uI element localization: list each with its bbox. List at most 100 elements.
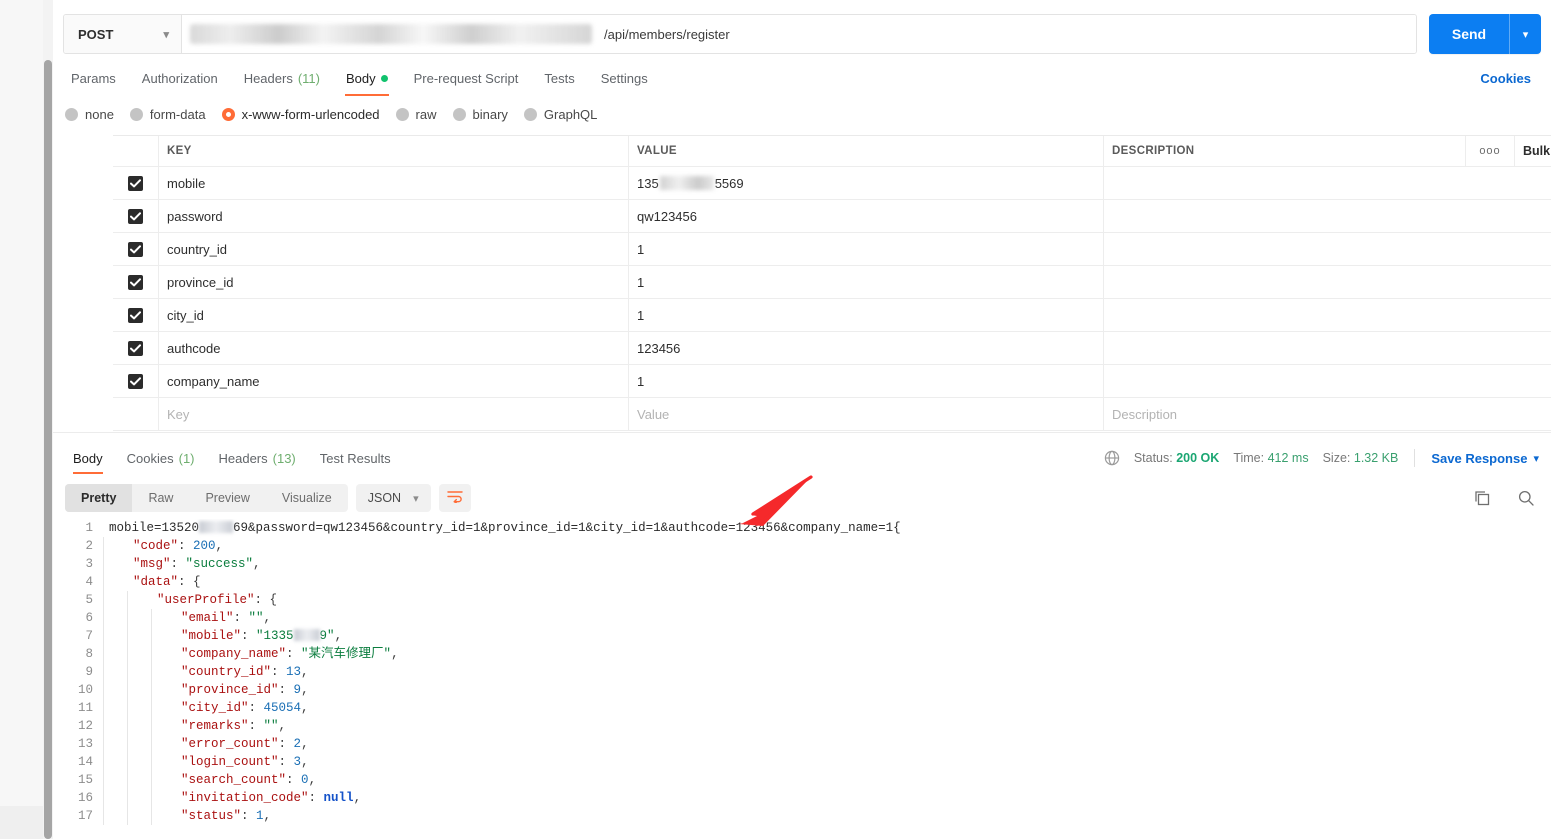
indent-guide	[151, 789, 175, 807]
send-options-button[interactable]: ▾	[1509, 14, 1541, 54]
row-checkbox[interactable]	[128, 241, 143, 257]
body-type-none[interactable]: none	[65, 107, 114, 122]
tab-params[interactable]: Params	[65, 60, 129, 96]
send-button[interactable]: Send	[1429, 14, 1509, 54]
copy-icon[interactable]	[1473, 489, 1491, 507]
body-type-x-www-form-urlencoded[interactable]: x-www-form-urlencoded	[221, 107, 380, 122]
response-divider[interactable]	[53, 432, 1551, 438]
row-value[interactable]: qw123456	[629, 200, 1104, 232]
row-value[interactable]: 1	[629, 299, 1104, 331]
size-group: Size: 1.32 KB	[1323, 451, 1399, 465]
new-value-input[interactable]: Value	[629, 398, 1104, 430]
code-token: ,	[263, 611, 272, 625]
code-line-content: "remarks": "",	[175, 717, 286, 735]
url-input[interactable]: /api/members/register	[182, 15, 1416, 53]
row-value[interactable]: 1	[629, 233, 1104, 265]
table-row: country_id 1	[113, 233, 1551, 266]
tab-body[interactable]: Body	[333, 60, 401, 96]
indent-guide	[103, 753, 127, 771]
row-checkbox[interactable]	[128, 373, 143, 389]
tab-pre-request-script[interactable]: Pre-request Script	[401, 60, 532, 96]
code-line: 11 "city_id": 45054,	[65, 699, 1551, 717]
tab-tests[interactable]: Tests	[531, 60, 587, 96]
new-description-input[interactable]: Description	[1104, 398, 1551, 430]
row-description[interactable]	[1104, 266, 1551, 298]
indent-guides	[103, 609, 175, 627]
body-type-binary[interactable]: binary	[452, 107, 508, 122]
row-checkbox[interactable]	[128, 307, 143, 323]
row-value[interactable]: 1	[629, 365, 1104, 397]
body-type-form-data[interactable]: form-data	[129, 107, 206, 122]
tab-headers[interactable]: Headers (11)	[231, 60, 333, 96]
tab-authorization[interactable]: Authorization	[129, 60, 231, 96]
body-type-graphql[interactable]: GraphQL	[523, 107, 597, 122]
row-key[interactable]: city_id	[159, 299, 629, 331]
search-icon[interactable]	[1517, 489, 1535, 507]
table-options-button[interactable]: ooo	[1465, 136, 1514, 166]
code-token: :	[278, 737, 294, 751]
row-key[interactable]: country_id	[159, 233, 629, 265]
row-description[interactable]	[1104, 332, 1551, 364]
table-row: authcode 123456	[113, 332, 1551, 365]
radio-icon	[395, 107, 409, 121]
view-mode-pretty[interactable]: Pretty	[65, 484, 133, 512]
row-description[interactable]	[1104, 233, 1551, 265]
row-description[interactable]	[1104, 200, 1551, 232]
row-description[interactable]	[1104, 365, 1551, 397]
response-format-select[interactable]: JSON ▾	[355, 484, 431, 512]
request-response-pane: POST ▾ /api/members/register Send ▾ Para…	[53, 0, 1551, 839]
view-mode-visualize[interactable]: Visualize	[266, 484, 348, 512]
save-response-button[interactable]: Save Response ▾	[1431, 451, 1539, 466]
globe-icon	[1104, 450, 1120, 466]
code-token: "1335	[256, 629, 294, 643]
vertical-scrollbar-thumb[interactable]	[44, 60, 52, 839]
view-mode-raw[interactable]: Raw	[132, 484, 189, 512]
row-key[interactable]: authcode	[159, 332, 629, 364]
row-checkbox[interactable]	[128, 340, 143, 356]
code-token: ,	[334, 629, 343, 643]
indent-guide	[127, 789, 151, 807]
response-tab-cookies[interactable]: Cookies (1)	[115, 440, 207, 476]
response-tab-body[interactable]: Body	[65, 440, 115, 476]
tab-count: (13)	[272, 450, 296, 466]
bulk-edit-button[interactable]: Bulk Edit	[1514, 136, 1551, 166]
code-line: 2 "code": 200,	[65, 537, 1551, 555]
row-value[interactable]: 1	[629, 266, 1104, 298]
line-number: 16	[77, 791, 93, 805]
response-body-code[interactable]: 1 mobile=13520 69&password=qw123456&count…	[65, 519, 1551, 839]
row-key[interactable]: password	[159, 200, 629, 232]
cookies-link[interactable]: Cookies	[1480, 71, 1539, 86]
row-key[interactable]: province_id	[159, 266, 629, 298]
row-key[interactable]: mobile	[159, 167, 629, 199]
indent-guides	[103, 789, 175, 807]
row-checkbox[interactable]	[128, 175, 143, 191]
row-value[interactable]: 123456	[629, 332, 1104, 364]
view-mode-preview[interactable]: Preview	[189, 484, 265, 512]
line-number: 1	[85, 521, 93, 535]
response-tab-test-results[interactable]: Test Results	[308, 440, 403, 476]
code-token: :	[286, 647, 302, 661]
new-key-input[interactable]: Key	[159, 398, 629, 430]
http-method-select[interactable]: POST ▾	[64, 15, 182, 53]
indent-guide	[151, 627, 175, 645]
body-type-raw[interactable]: raw	[395, 107, 437, 122]
wrap-lines-button[interactable]	[438, 484, 471, 512]
row-checkbox[interactable]	[128, 274, 143, 290]
row-description[interactable]	[1104, 299, 1551, 331]
line1-prefix: mobile=13520	[109, 521, 200, 535]
row-key[interactable]: company_name	[159, 365, 629, 397]
row-description[interactable]	[1104, 167, 1551, 199]
time-value: 412 ms	[1267, 451, 1309, 465]
code-line-content: "status": 1,	[175, 807, 271, 825]
tab-settings[interactable]: Settings	[588, 60, 661, 96]
row-value[interactable]: 135 5569	[629, 167, 1104, 199]
tab-label: Headers	[243, 70, 293, 86]
code-token: "某汽车修理厂"	[301, 647, 392, 661]
request-tabs: Params Authorization Headers (11) Body P…	[53, 60, 1551, 96]
response-tab-headers[interactable]: Headers (13)	[207, 440, 308, 476]
row-checkbox[interactable]	[128, 208, 143, 224]
code-token: :	[248, 719, 264, 733]
code-token: :	[170, 557, 186, 571]
header-description: DESCRIPTION	[1112, 145, 1195, 157]
code-line: 12 "remarks": "",	[65, 717, 1551, 735]
